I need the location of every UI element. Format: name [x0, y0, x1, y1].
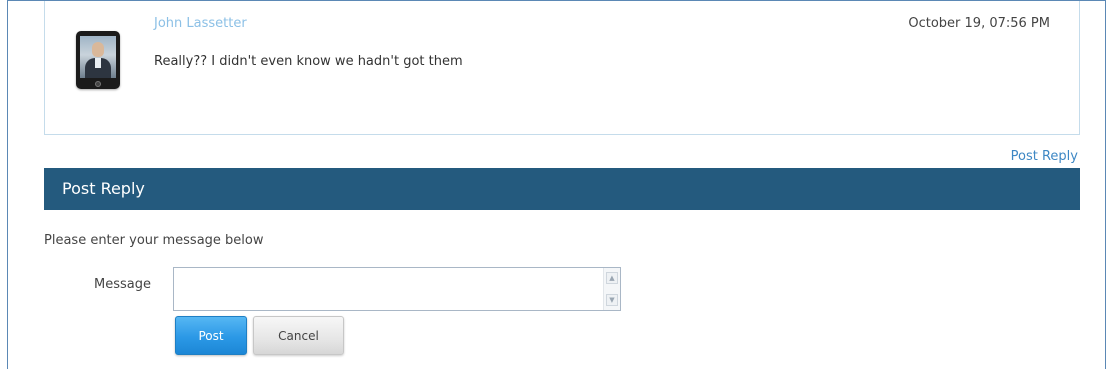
home-button-icon: [95, 81, 101, 87]
message-scrollbar[interactable]: ▲ ▼: [603, 268, 620, 310]
post-reply-link[interactable]: Post Reply: [1011, 149, 1078, 164]
avatar-photo: [80, 36, 116, 78]
message-input[interactable]: [174, 268, 601, 310]
scroll-down-icon[interactable]: ▼: [606, 294, 618, 306]
scroll-up-icon[interactable]: ▲: [606, 272, 618, 284]
message-field[interactable]: ▲ ▼: [173, 267, 621, 311]
comment-card: John Lassetter October 19, 07:56 PM Real…: [44, 1, 1080, 135]
reply-instruction: Please enter your message below: [44, 233, 264, 248]
comment-text: Really?? I didn't even know we hadn't go…: [154, 54, 463, 69]
avatar-head: [92, 42, 104, 57]
page-frame: John Lassetter October 19, 07:56 PM Real…: [7, 0, 1106, 369]
avatar-collar: [95, 58, 101, 68]
comment-timestamp: October 19, 07:56 PM: [908, 16, 1050, 31]
comment-author[interactable]: John Lassetter: [154, 16, 247, 31]
cancel-button[interactable]: Cancel: [253, 316, 344, 355]
post-button[interactable]: Post: [175, 316, 247, 355]
tablet-avatar-icon: [76, 31, 120, 89]
post-reply-header: Post Reply: [44, 168, 1080, 210]
message-label: Message: [94, 277, 151, 292]
